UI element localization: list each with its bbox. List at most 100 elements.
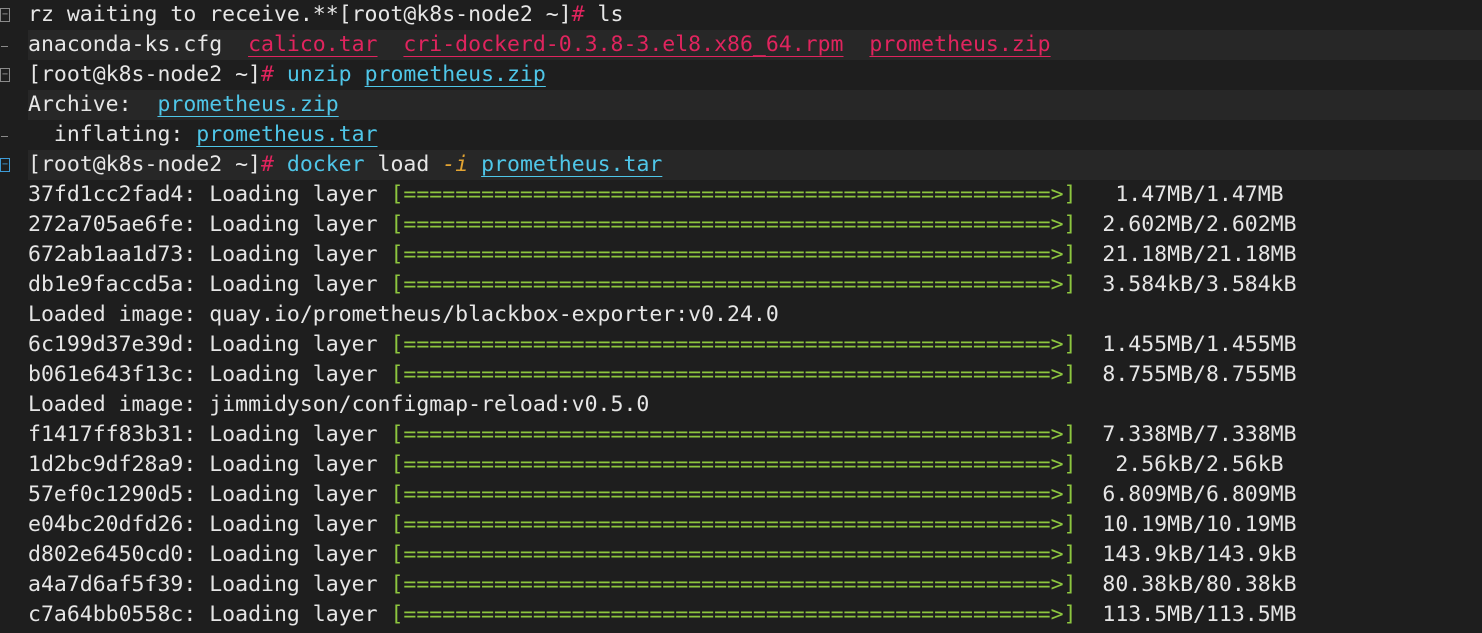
loading-label: Loading layer: [209, 212, 378, 237]
layer-line: 57ef0c1290d5: Loading layer [===========…: [28, 482, 1297, 507]
file-link[interactable]: prometheus.tar: [481, 152, 662, 177]
fold-collapse-icon[interactable]: −: [0, 8, 10, 22]
layer-digest: b061e643f13c: [28, 362, 184, 387]
progress-bar: [=======================================…: [390, 542, 1077, 567]
layer-digest: c7a64bb0558c: [28, 602, 184, 627]
file-link[interactable]: calico.tar: [248, 32, 377, 57]
file-name: anaconda-ks.cfg: [28, 32, 223, 57]
progress-bar: [=======================================…: [390, 512, 1077, 537]
progress-bar: [=======================================…: [390, 572, 1077, 597]
layer-digest: 672ab1aa1d73: [28, 242, 184, 267]
layer-size: 21.18MB/21.18MB: [1102, 242, 1297, 267]
layer-size: 1.47MB/1.47MB: [1102, 182, 1284, 207]
layer-digest: 37fd1cc2fad4: [28, 182, 184, 207]
layer-digest: a4a7d6af5f39: [28, 572, 184, 597]
layer-line: c7a64bb0558c: Loading layer [===========…: [28, 602, 1297, 627]
shell-prompt: [root@k8s-node2 ~]: [28, 152, 261, 177]
layer-size: 1.455MB/1.455MB: [1102, 332, 1297, 357]
inflating-label: inflating:: [28, 122, 184, 147]
fold-collapse-icon[interactable]: −: [0, 158, 10, 172]
layer-digest: db1e9faccd5a: [28, 272, 184, 297]
loaded-image-name: jimmidyson/configmap-reload:v0.5.0: [209, 392, 650, 417]
layer-line: 6c199d37e39d: Loading layer [===========…: [28, 332, 1297, 357]
progress-bar: [=======================================…: [390, 212, 1077, 237]
layer-digest: 6c199d37e39d: [28, 332, 184, 357]
loading-label: Loading layer: [209, 422, 378, 447]
progress-bar: [=======================================…: [390, 272, 1077, 297]
layer-size: 6.809MB/6.809MB: [1102, 482, 1297, 507]
loading-label: Loading layer: [209, 602, 378, 627]
layer-digest: 1d2bc9df28a9: [28, 452, 184, 477]
prompt-hash: #: [261, 152, 274, 177]
progress-bar: [=======================================…: [390, 182, 1077, 207]
loading-label: Loading layer: [209, 482, 378, 507]
progress-bar: [=======================================…: [390, 362, 1077, 387]
subcommand: load: [377, 152, 430, 177]
terminal-line: [root@k8s-node2 ~]# docker load -i prome…: [28, 150, 1482, 180]
terminal-line: rz waiting to receive.**[root@k8s-node2 …: [28, 0, 1482, 30]
terminal-line: inflating: prometheus.tar: [28, 120, 1482, 150]
layer-size: 7.338MB/7.338MB: [1102, 422, 1297, 447]
layer-digest: f1417ff83b31: [28, 422, 184, 447]
layer-digest: 57ef0c1290d5: [28, 482, 184, 507]
layer-digest: d802e6450cd0: [28, 542, 184, 567]
layer-line: e04bc20dfd26: Loading layer [===========…: [28, 512, 1297, 537]
line-gutter: − − −: [0, 0, 16, 633]
layer-line: 672ab1aa1d73: Loading layer [===========…: [28, 242, 1297, 267]
layer-line: 272a705ae6fe: Loading layer [===========…: [28, 212, 1297, 237]
terminal-line: Archive: prometheus.zip: [28, 90, 1482, 120]
fold-collapse-icon[interactable]: −: [0, 68, 10, 82]
command-name: unzip: [286, 62, 352, 87]
loaded-label: Loaded image:: [28, 302, 197, 327]
rz-prompt-text: rz waiting to receive.**[root@k8s-node2 …: [28, 2, 572, 27]
loading-label: Loading layer: [209, 272, 378, 297]
file-link[interactable]: prometheus.zip: [869, 32, 1050, 57]
loaded-image-name: quay.io/prometheus/blackbox-exporter:v0.…: [209, 302, 779, 327]
layer-size: 8.755MB/8.755MB: [1102, 362, 1297, 387]
loading-label: Loading layer: [209, 512, 378, 537]
loading-label: Loading layer: [209, 242, 378, 267]
layer-line: f1417ff83b31: Loading layer [===========…: [28, 422, 1297, 447]
fold-line-icon: [1, 136, 8, 137]
progress-bar: [=======================================…: [390, 602, 1077, 627]
loading-label: Loading layer: [209, 542, 378, 567]
loading-label: Loading layer: [209, 452, 378, 477]
layer-size: 80.38kB/80.38kB: [1102, 572, 1297, 597]
layer-line: b061e643f13c: Loading layer [===========…: [28, 362, 1297, 387]
terminal-line: Loaded image: quay.io/prometheus/blackbo…: [28, 300, 1482, 330]
layer-size: 2.56kB/2.56kB: [1102, 452, 1284, 477]
fold-line-icon: [1, 46, 8, 47]
layer-size: 3.584kB/3.584kB: [1102, 272, 1297, 297]
command-flag: -i: [442, 152, 469, 177]
layer-line: db1e9faccd5a: Loading layer [===========…: [28, 272, 1297, 297]
progress-bar: [=======================================…: [390, 332, 1077, 357]
shell-prompt: [root@k8s-node2 ~]: [28, 62, 261, 87]
layer-digest: e04bc20dfd26: [28, 512, 184, 537]
loading-label: Loading layer: [209, 572, 378, 597]
layer-size: 10.19MB/10.19MB: [1102, 512, 1297, 537]
progress-bar: [=======================================…: [390, 422, 1077, 447]
loading-label: Loading layer: [209, 182, 378, 207]
file-link[interactable]: prometheus.zip: [157, 92, 338, 117]
terminal-output[interactable]: rz waiting to receive.**[root@k8s-node2 …: [28, 0, 1482, 630]
layer-line: d802e6450cd0: Loading layer [===========…: [28, 542, 1297, 567]
layer-line: a4a7d6af5f39: Loading layer [===========…: [28, 572, 1297, 597]
terminal-line: anaconda-ks.cfg calico.tar cri-dockerd-0…: [28, 30, 1482, 60]
prompt-hash: #: [571, 2, 585, 27]
progress-bar: [=======================================…: [390, 452, 1077, 477]
layer-size: 2.602MB/2.602MB: [1102, 212, 1297, 237]
file-link[interactable]: cri-dockerd-0.3.8-3.el8.x86_64.rpm: [403, 32, 843, 57]
layer-size: 143.9kB/143.9kB: [1102, 542, 1297, 567]
command-text: ls: [584, 2, 624, 27]
terminal-line: Loaded image: jimmidyson/configmap-reloa…: [28, 390, 1482, 420]
layer-size: 113.5MB/113.5MB: [1102, 602, 1297, 627]
progress-bar: [=======================================…: [390, 482, 1077, 507]
layer-line: 37fd1cc2fad4: Loading layer [===========…: [28, 182, 1284, 207]
command-name: docker: [286, 152, 365, 177]
prompt-hash: #: [261, 62, 274, 87]
archive-label: Archive:: [28, 92, 132, 117]
loading-label: Loading layer: [209, 332, 378, 357]
file-link[interactable]: prometheus.zip: [365, 62, 546, 87]
file-link[interactable]: prometheus.tar: [196, 122, 377, 147]
progress-bar: [=======================================…: [390, 242, 1077, 267]
